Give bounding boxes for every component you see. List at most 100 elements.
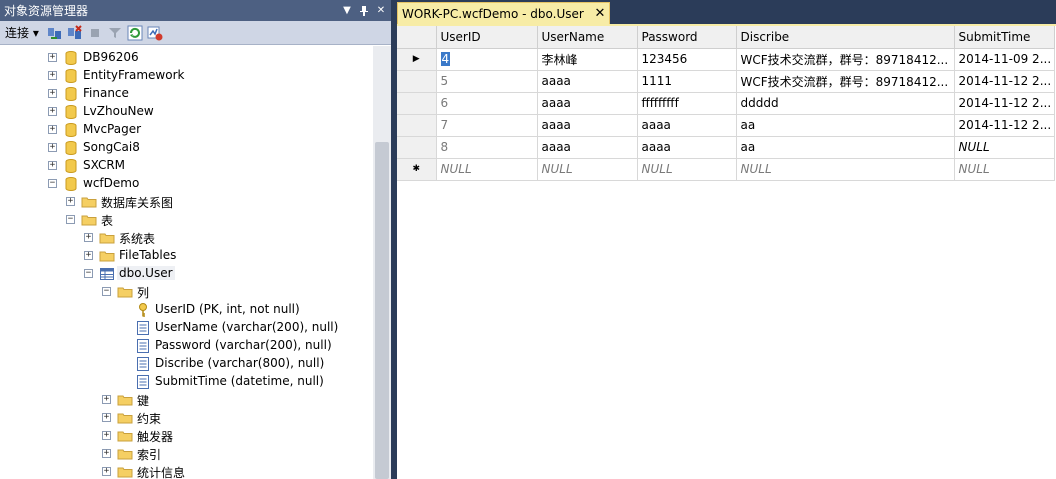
cell-submittime[interactable]: 2014-11-12 2...: [954, 114, 1055, 137]
cell-discribe[interactable]: ddddd: [736, 92, 955, 115]
expand-icon[interactable]: +: [102, 467, 111, 476]
expand-icon[interactable]: +: [102, 449, 111, 458]
cell-userid[interactable]: 7: [436, 114, 538, 137]
tree-node-password-varchar-200-null[interactable]: Password (varchar(200), null): [0, 337, 373, 355]
column-header-submittime[interactable]: SubmitTime: [954, 26, 1055, 49]
tree-node-lvzhounew[interactable]: + LvZhouNew: [0, 103, 373, 121]
expand-icon[interactable]: +: [48, 53, 57, 62]
column-header-discribe[interactable]: Discribe: [736, 26, 955, 49]
column-header-password[interactable]: Password: [637, 26, 737, 49]
grid-new-row[interactable]: ✱ NULL NULL NULL NULL NULL: [397, 158, 1055, 181]
cell-password[interactable]: aaaa: [637, 136, 737, 159]
expand-icon[interactable]: +: [84, 233, 93, 242]
tree-node-node-10[interactable]: + 系统表: [0, 229, 373, 247]
cell-password[interactable]: 1111: [637, 70, 737, 93]
stop-icon[interactable]: [87, 25, 103, 41]
cell-submittime[interactable]: NULL: [954, 136, 1055, 159]
connect-server-icon[interactable]: [47, 25, 63, 41]
cell-password[interactable]: fffffffff: [637, 92, 737, 115]
cell-discribe[interactable]: NULL: [736, 158, 955, 181]
expand-icon[interactable]: +: [48, 161, 57, 170]
cell-discribe[interactable]: WCF技术交流群，群号：89718412...: [736, 48, 955, 71]
tree-node-node-8[interactable]: + 数据库关系图: [0, 193, 373, 211]
tree-node-userid-pk-int-not-null[interactable]: UserID (PK, int, not null): [0, 301, 373, 319]
close-icon[interactable]: ✕: [374, 4, 388, 18]
cell-username[interactable]: aaaa: [537, 92, 638, 115]
cell-userid[interactable]: 6: [436, 92, 538, 115]
row-header[interactable]: [397, 70, 437, 93]
expand-icon[interactable]: +: [66, 197, 75, 206]
cell-username[interactable]: aaaa: [537, 114, 638, 137]
cell-password[interactable]: aaaa: [637, 114, 737, 137]
disconnect-server-icon[interactable]: [67, 24, 83, 41]
expand-icon[interactable]: +: [102, 395, 111, 404]
cell-submittime[interactable]: NULL: [954, 158, 1055, 181]
tree-node-node-23[interactable]: + 统计信息: [0, 463, 373, 479]
cell-username[interactable]: 李林峰: [537, 48, 638, 71]
tree-node-dbo-user[interactable]: − dbo.User: [0, 265, 373, 283]
cell-password[interactable]: NULL: [637, 158, 737, 181]
expand-icon[interactable]: +: [102, 413, 111, 422]
tree-node-node-20[interactable]: + 约束: [0, 409, 373, 427]
pin-icon[interactable]: [357, 4, 371, 18]
expand-icon[interactable]: +: [48, 143, 57, 152]
tree-node-finance[interactable]: + Finance: [0, 85, 373, 103]
new-row-marker-icon[interactable]: ✱: [397, 158, 437, 181]
connect-button[interactable]: 连接 ▾: [5, 24, 39, 41]
row-header[interactable]: [397, 92, 437, 115]
results-grid[interactable]: UserID UserName Password Discribe Submit…: [397, 26, 1055, 181]
expand-icon[interactable]: +: [102, 431, 111, 440]
cell-userid[interactable]: 8: [436, 136, 538, 159]
tree-node-username-varchar-200-null[interactable]: UserName (varchar(200), null): [0, 319, 373, 337]
cell-discribe[interactable]: aa: [736, 136, 955, 159]
tree-node-discribe-varchar-800-null[interactable]: Discribe (varchar(800), null): [0, 355, 373, 373]
current-row-marker-icon[interactable]: ▶: [397, 48, 437, 71]
cell-password[interactable]: 123456: [637, 48, 737, 71]
grid-row[interactable]: ▶ 4 李林峰 123456 WCF技术交流群，群号：89718412... 2014-1…: [397, 48, 1055, 71]
collapse-icon[interactable]: −: [66, 215, 75, 224]
grid-row[interactable]: 7 aaaa aaaa aa 2014-11-12 2...: [397, 114, 1055, 137]
filter-icon[interactable]: [107, 25, 123, 41]
expand-icon[interactable]: +: [48, 125, 57, 134]
grid-row[interactable]: 8 aaaa aaaa aa NULL: [397, 136, 1055, 159]
tree-node-node-9[interactable]: − 表: [0, 211, 373, 229]
expand-icon[interactable]: +: [48, 107, 57, 116]
cell-username[interactable]: aaaa: [537, 70, 638, 93]
expand-icon[interactable]: +: [84, 251, 93, 260]
refresh-icon[interactable]: [127, 25, 143, 41]
grid-corner-cell[interactable]: [397, 26, 437, 49]
tree-node-db96206[interactable]: + DB96206: [0, 49, 373, 67]
activity-monitor-icon[interactable]: [147, 25, 163, 41]
collapse-icon[interactable]: −: [84, 269, 93, 278]
tree-node-wcfdemo[interactable]: − wcfDemo: [0, 175, 373, 193]
dropdown-arrow-icon[interactable]: ▼: [340, 4, 354, 18]
collapse-icon[interactable]: −: [102, 287, 111, 296]
tree-node-songcai8[interactable]: + SongCai8: [0, 139, 373, 157]
grid-row[interactable]: 6 aaaa fffffffff ddddd 2014-11-12 2...: [397, 92, 1055, 115]
cell-submittime[interactable]: 2014-11-09 2...: [954, 48, 1055, 71]
collapse-icon[interactable]: −: [48, 179, 57, 188]
tree-node-filetables[interactable]: + FileTables: [0, 247, 373, 265]
cell-submittime[interactable]: 2014-11-12 2...: [954, 92, 1055, 115]
tree-node-submittime-datetime-null[interactable]: SubmitTime (datetime, null): [0, 373, 373, 391]
tree-node-mvcpager[interactable]: + MvcPager: [0, 121, 373, 139]
tree-node-node-21[interactable]: + 触发器: [0, 427, 373, 445]
tree-scrollbar-thumb[interactable]: [375, 142, 389, 479]
tree-scrollbar[interactable]: [373, 46, 391, 479]
column-header-userid[interactable]: UserID: [436, 26, 538, 49]
cell-userid[interactable]: NULL: [436, 158, 538, 181]
cell-discribe[interactable]: aa: [736, 114, 955, 137]
tab-dbo-user[interactable]: WORK-PC.wcfDemo - dbo.User ✕: [397, 2, 610, 24]
tree-node-node-19[interactable]: + 键: [0, 391, 373, 409]
tree-node-node-13[interactable]: − 列: [0, 283, 373, 301]
cell-userid[interactable]: 5: [436, 70, 538, 93]
tree-node-sxcrm[interactable]: + SXCRM: [0, 157, 373, 175]
cell-discribe[interactable]: WCF技术交流群，群号：89718412...: [736, 70, 955, 93]
expand-icon[interactable]: +: [48, 89, 57, 98]
cell-userid[interactable]: 4: [436, 48, 538, 71]
column-header-username[interactable]: UserName: [537, 26, 638, 49]
cell-username[interactable]: aaaa: [537, 136, 638, 159]
tab-close-icon[interactable]: ✕: [593, 6, 607, 21]
tree-node-node-22[interactable]: + 索引: [0, 445, 373, 463]
cell-username[interactable]: NULL: [537, 158, 638, 181]
